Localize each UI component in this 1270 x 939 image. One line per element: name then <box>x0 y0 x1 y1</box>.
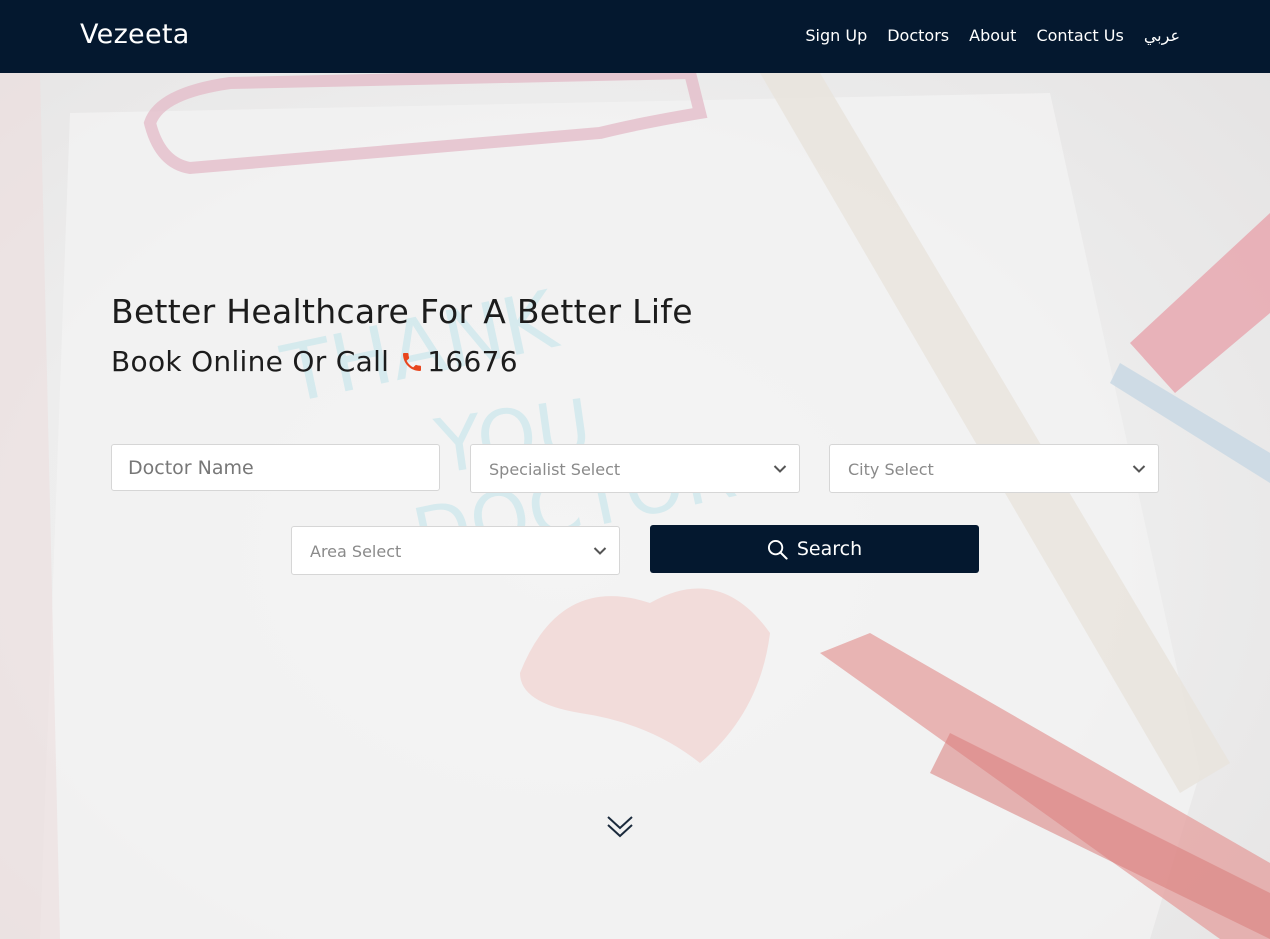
double-chevron-down-icon[interactable] <box>606 814 634 840</box>
nav-links: Sign Up Doctors About Contact Us عربي <box>805 26 1180 45</box>
nav-link-doctors[interactable]: Doctors <box>887 26 949 45</box>
phone-number[interactable]: 16676 <box>427 345 518 378</box>
hero-section: THANK YOU DOCTOR <box>0 73 1270 939</box>
nav-link-arabic[interactable]: عربي <box>1144 26 1180 45</box>
hero-subline: Book Online Or Call 16676 <box>111 345 518 378</box>
top-navbar: Vezeeta Sign Up Doctors About Contact Us… <box>0 0 1270 73</box>
chevron-down-icon <box>1132 465 1146 473</box>
nav-link-sign-up[interactable]: Sign Up <box>805 26 867 45</box>
hero-background-image: THANK YOU DOCTOR <box>0 73 1270 939</box>
area-select-label: Area Select <box>310 542 402 561</box>
brand-logo[interactable]: Vezeeta <box>80 19 190 50</box>
doctor-name-field <box>111 444 440 491</box>
specialist-select-label: Specialist Select <box>489 460 621 479</box>
chevron-down-icon <box>773 465 787 473</box>
phone-icon <box>403 352 422 371</box>
hero-headline: Better Healthcare For A Better Life <box>111 292 693 331</box>
subline-prefix: Book Online Or Call <box>111 345 390 378</box>
search-button-label: Search <box>796 538 863 560</box>
doctor-name-input[interactable] <box>112 445 439 490</box>
specialist-select[interactable]: Specialist Select <box>470 444 800 493</box>
nav-link-contact-us[interactable]: Contact Us <box>1036 26 1123 45</box>
area-select[interactable]: Area Select <box>291 526 620 575</box>
search-button[interactable]: Search <box>650 525 979 573</box>
search-icon <box>767 539 788 560</box>
city-select[interactable]: City Select <box>829 444 1159 493</box>
city-select-label: City Select <box>848 460 934 479</box>
nav-link-about[interactable]: About <box>969 26 1016 45</box>
chevron-down-icon <box>593 547 607 555</box>
